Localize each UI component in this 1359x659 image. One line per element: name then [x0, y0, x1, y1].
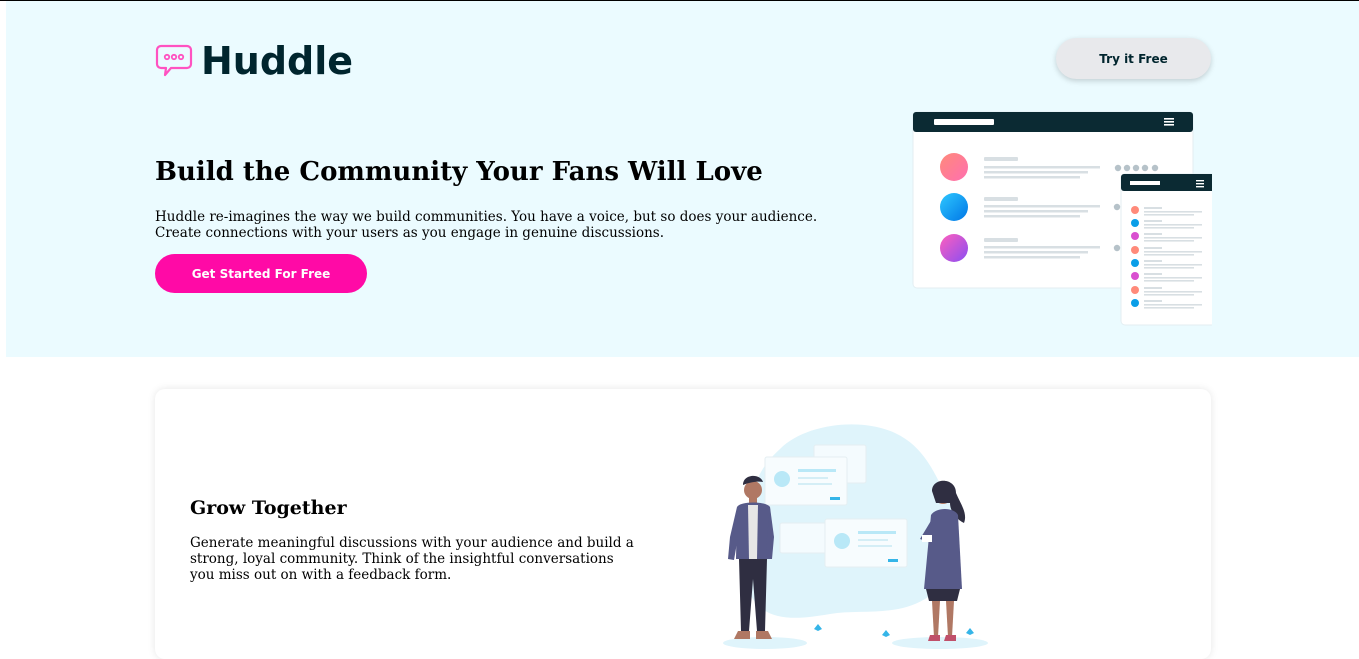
- brand-name: Huddle: [201, 39, 354, 83]
- get-started-button[interactable]: Get Started For Free: [155, 254, 367, 293]
- people-discussion-illustration: [723, 424, 988, 649]
- feature-title: Grow Together: [190, 497, 347, 519]
- logo[interactable]: Huddle: [155, 41, 353, 81]
- app-mockup-illustration: [912, 111, 1212, 326]
- feature-description: Generate meaningful discussions with you…: [190, 535, 634, 583]
- hero-description: Huddle re-imagines the way we build comm…: [155, 209, 818, 241]
- hero-section: Huddle Try it Free Build the Community Y…: [6, 1, 1359, 357]
- hero-title: Build the Community Your Fans Will Love: [155, 157, 763, 187]
- try-it-free-button[interactable]: Try it Free: [1056, 38, 1211, 79]
- speech-bubble-icon: [155, 44, 193, 77]
- feature-card-grow-together: Grow Together Generate meaningful discus…: [155, 389, 1211, 659]
